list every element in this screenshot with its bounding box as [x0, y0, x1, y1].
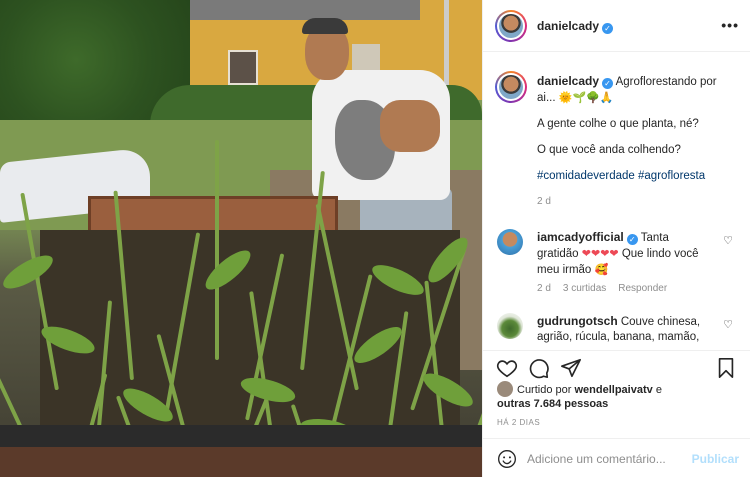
- post-photo[interactable]: [0, 0, 482, 477]
- caption-line2: A gente colhe o que planta, né?: [537, 118, 699, 130]
- comment-username[interactable]: iamcadyofficial: [537, 230, 624, 244]
- instagram-post: danielcady ✓ ••• danielcady ✓ Agrofloresta…: [0, 0, 750, 477]
- publish-button[interactable]: Publicar: [692, 452, 739, 466]
- caption-emojis: 🌞🌱🌳🙏: [558, 91, 614, 104]
- header-author: danielcady ✓: [537, 19, 614, 34]
- author-avatar[interactable]: [495, 10, 527, 42]
- action-bar: [483, 350, 750, 380]
- verified-icon: ✓: [626, 234, 638, 245]
- like-comment-icon[interactable]: ♡: [723, 234, 733, 247]
- plant-stem: [215, 140, 219, 360]
- comment-time[interactable]: 2 d: [537, 283, 551, 294]
- likes-summary: Curtido por wendellpaivatv e outras 7.68…: [497, 381, 737, 411]
- liker-avatar[interactable]: [497, 381, 513, 397]
- comment-item: gudrungotsch Couve chinesa, agrião, rúcu…: [537, 314, 713, 345]
- save-bookmark-icon[interactable]: [715, 357, 737, 379]
- comment-likes[interactable]: 3 curtidas: [563, 283, 606, 294]
- share-icon[interactable]: [560, 357, 582, 379]
- comment-hearts: ❤❤❤❤: [581, 247, 619, 260]
- caption-author-avatar[interactable]: [495, 71, 527, 103]
- plant-stem: [0, 275, 24, 431]
- caption-author[interactable]: danielcady: [537, 74, 599, 88]
- post-header: danielcady ✓ •••: [483, 0, 750, 52]
- post-sidebar: danielcady ✓ ••• danielcady ✓ Agrofloresta…: [482, 0, 750, 477]
- verified-icon: ✓: [602, 23, 614, 34]
- comment-icon[interactable]: [528, 357, 550, 379]
- post-caption: danielcady ✓ Agroflorestando por ai... 🌞🌱…: [537, 73, 737, 220]
- like-heart-icon[interactable]: [496, 357, 518, 379]
- reply-button[interactable]: Responder: [618, 283, 667, 294]
- caption-hashtags[interactable]: #comidadeverdade #agrofloresta: [537, 168, 737, 184]
- verified-icon: ✓: [602, 78, 614, 89]
- post-timeago[interactable]: HÁ 2 DIAS: [497, 418, 540, 427]
- comment-meta: 2 d 3 curtidas Responder: [537, 283, 667, 294]
- author-username[interactable]: danielcady: [537, 19, 599, 33]
- likes-connector: e: [655, 384, 662, 396]
- comments-section: danielcady ✓ Agroflorestando por ai... 🌞🌱…: [483, 53, 750, 350]
- photo-person-arm: [380, 100, 440, 152]
- comment-emoji: 🥰: [594, 263, 609, 276]
- commenter-avatar[interactable]: [497, 313, 523, 339]
- liker-username[interactable]: wendellpaivatv: [574, 384, 652, 396]
- caption-time[interactable]: 2 d: [537, 194, 737, 210]
- comment-username[interactable]: gudrungotsch: [537, 314, 618, 328]
- add-comment-bar: Publicar: [483, 438, 750, 477]
- photo-roof: [170, 0, 420, 20]
- emoji-icon[interactable]: [497, 449, 517, 469]
- comment-input[interactable]: [527, 450, 687, 468]
- photo-person-cap: [302, 18, 348, 34]
- like-comment-icon[interactable]: ♡: [723, 318, 733, 331]
- commenter-avatar[interactable]: [497, 229, 523, 255]
- comment-item: iamcadyofficial ✓ Tanta gratidão ❤❤❤❤ Que…: [537, 230, 713, 278]
- more-options-icon[interactable]: •••: [721, 17, 739, 33]
- photo-window: [228, 50, 258, 85]
- caption-line3: O que você anda colhendo?: [537, 144, 681, 156]
- likes-prefix: Curtido por: [517, 384, 572, 396]
- likes-others[interactable]: outras 7.684 pessoas: [497, 398, 608, 410]
- photo-crate-front: [0, 447, 482, 477]
- photo-crate-rim: [0, 425, 482, 447]
